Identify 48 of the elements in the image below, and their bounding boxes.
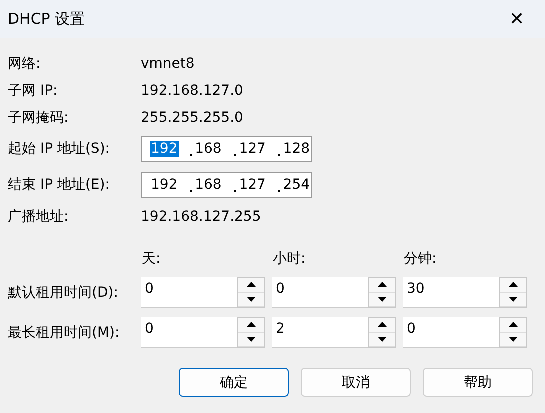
number-field[interactable]: 0 [141, 277, 237, 308]
ip-address-field[interactable]: 192 168 127 254 [141, 172, 312, 198]
up-arrow-icon [246, 282, 256, 288]
up-arrow-icon [378, 282, 386, 288]
ip-octet: 192 [150, 177, 179, 193]
up-arrow-icon [246, 322, 256, 328]
number-field[interactable]: 0 [403, 317, 499, 348]
dialog-button[interactable]: 确定 [179, 368, 289, 397]
ip-octet: 192 [150, 141, 179, 157]
down-arrow-icon [378, 296, 386, 302]
window-title: DHCP 设置 [8, 10, 86, 28]
dialog-button[interactable]: 取消 [301, 368, 411, 397]
ip-octet: 127 [238, 141, 267, 157]
number-field[interactable]: 2 [272, 317, 368, 348]
field-value: 192.168.127.255 [141, 208, 262, 224]
up-arrow-icon [508, 322, 518, 328]
field-label: 起始 IP 地址(S): [8, 140, 111, 158]
field-value: 255.255.255.0 [141, 110, 244, 126]
ip-octet: 127 [238, 177, 267, 193]
down-arrow-icon [508, 296, 518, 302]
down-arrow-icon [246, 296, 256, 302]
field-label: 广播地址: [8, 208, 70, 226]
ip-address-field[interactable]: 192 168 127 128 [141, 136, 312, 162]
ip-octet: 168 [194, 141, 223, 157]
down-arrow-icon [508, 336, 518, 342]
field-label: 最长租用时间(M): [8, 324, 121, 342]
up-arrow-icon [378, 322, 386, 328]
number-field[interactable]: 0 [141, 317, 237, 348]
down-arrow-icon [378, 336, 386, 342]
column-heading: 分钟: [403, 250, 438, 268]
number-field[interactable]: 30 [403, 277, 499, 308]
dialog-button[interactable]: 帮助 [423, 368, 533, 397]
field-label: 网络: [8, 54, 42, 72]
field-label: 默认租用时间(D): [8, 284, 120, 302]
number-field[interactable]: 0 [272, 277, 368, 308]
down-arrow-icon [246, 336, 256, 342]
field-value: 192.168.127.0 [141, 82, 244, 98]
field-value: vmnet8 [141, 56, 196, 72]
close-button[interactable]: ✕ [497, 3, 537, 35]
ip-octet: 168 [194, 177, 223, 193]
column-heading: 小时: [272, 250, 307, 268]
ip-octet: 128 [282, 141, 312, 157]
ip-octet: 254 [282, 177, 312, 193]
up-arrow-icon [508, 282, 518, 288]
field-label: 子网 IP: [8, 82, 59, 100]
field-label: 结束 IP 地址(E): [8, 176, 111, 194]
column-heading: 天: [141, 250, 162, 268]
field-label: 子网掩码: [8, 108, 70, 126]
